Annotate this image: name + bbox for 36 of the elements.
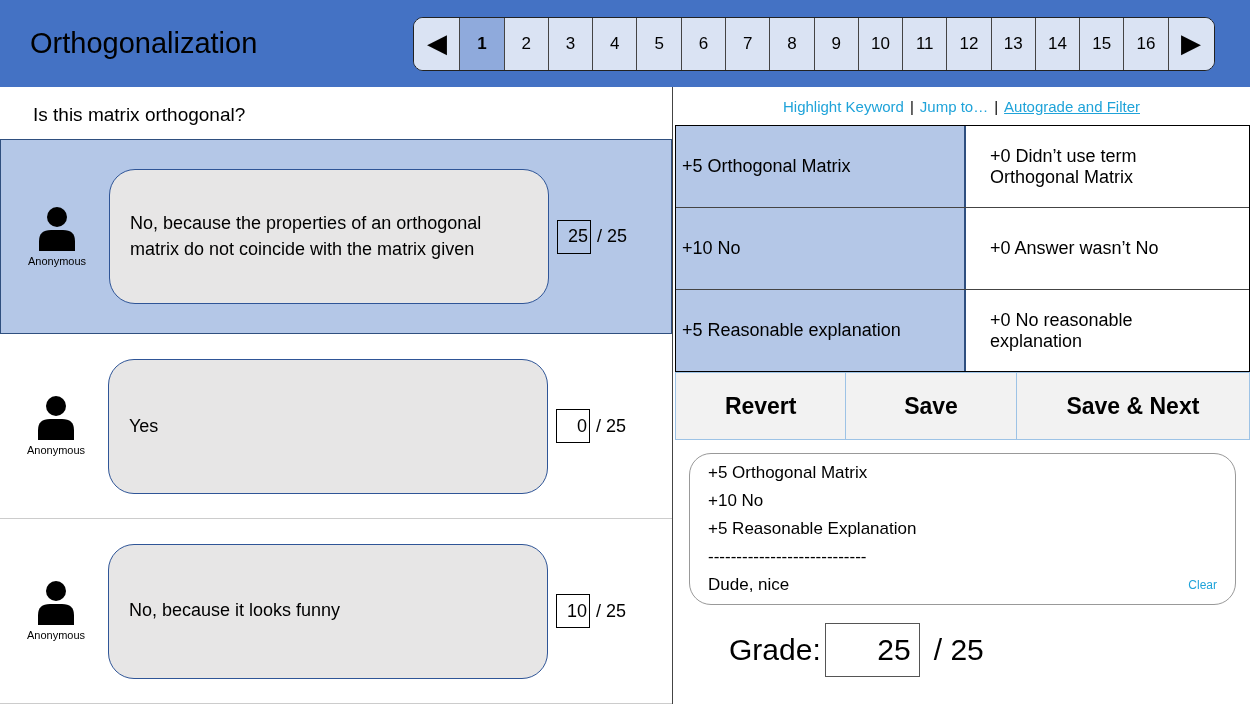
- rubric-item[interactable]: +5 Orthogonal Matrix: [676, 126, 966, 207]
- score-field[interactable]: 0: [556, 409, 590, 444]
- link-separator: |: [994, 97, 999, 115]
- comment-line: +5 Reasonable Explanation: [708, 517, 917, 540]
- score-field[interactable]: 25: [557, 219, 591, 254]
- grade-max: / 25: [933, 633, 984, 667]
- previous-button[interactable]: ◀: [414, 17, 461, 70]
- page-tab[interactable]: 1: [460, 17, 505, 70]
- link-separator: |: [909, 97, 914, 115]
- person-icon: [37, 206, 77, 251]
- answer-row[interactable]: Anonymous Yes 0 / 25: [0, 334, 672, 520]
- author-name: Anonymous: [26, 444, 86, 457]
- author-name: Anonymous: [26, 629, 86, 642]
- page-title: Orthogonalization: [30, 27, 259, 60]
- rubric-item[interactable]: +5 Reasonable explanation: [676, 290, 966, 371]
- comment-line: +10 No: [708, 489, 765, 512]
- person-icon: [36, 581, 76, 626]
- score-max: / 25: [596, 415, 627, 437]
- answer-row[interactable]: Anonymous No, because the properties of an orthogonal matrix do not coincide with the matrix given 25 / 25: [0, 139, 672, 335]
- grade-label: Grade:: [729, 633, 821, 667]
- comment-line: ----------------------------: [708, 545, 868, 568]
- score-max: / 25: [596, 600, 627, 622]
- answer-row[interactable]: Anonymous No, because it looks funny 10 / 25: [0, 519, 672, 704]
- comment-line: +5 Orthogonal Matrix: [708, 462, 869, 484]
- score-field[interactable]: 10: [556, 594, 590, 629]
- comment-line: Dude, nice: [708, 573, 791, 596]
- question-text: Is this matrix orthogonal?: [32, 103, 247, 127]
- comment-field[interactable]: +5 Orthogonal Matrix +10 No +5 Reasonable Explanation ---------------------------- Dude, nice Clear: [689, 453, 1236, 605]
- score-max: / 25: [597, 226, 628, 248]
- person-icon: [36, 396, 76, 441]
- author-name: Anonymous: [27, 254, 87, 267]
- rubric-item[interactable]: +10 No: [676, 208, 966, 289]
- grade-field[interactable]: 25: [824, 623, 920, 677]
- answer-bubble: Yes: [108, 358, 548, 494]
- answer-bubble: No, because it looks funny: [108, 543, 548, 679]
- answer-bubble: No, because the properties of an orthogonal matrix do not coincide with the matrix given: [109, 169, 549, 305]
